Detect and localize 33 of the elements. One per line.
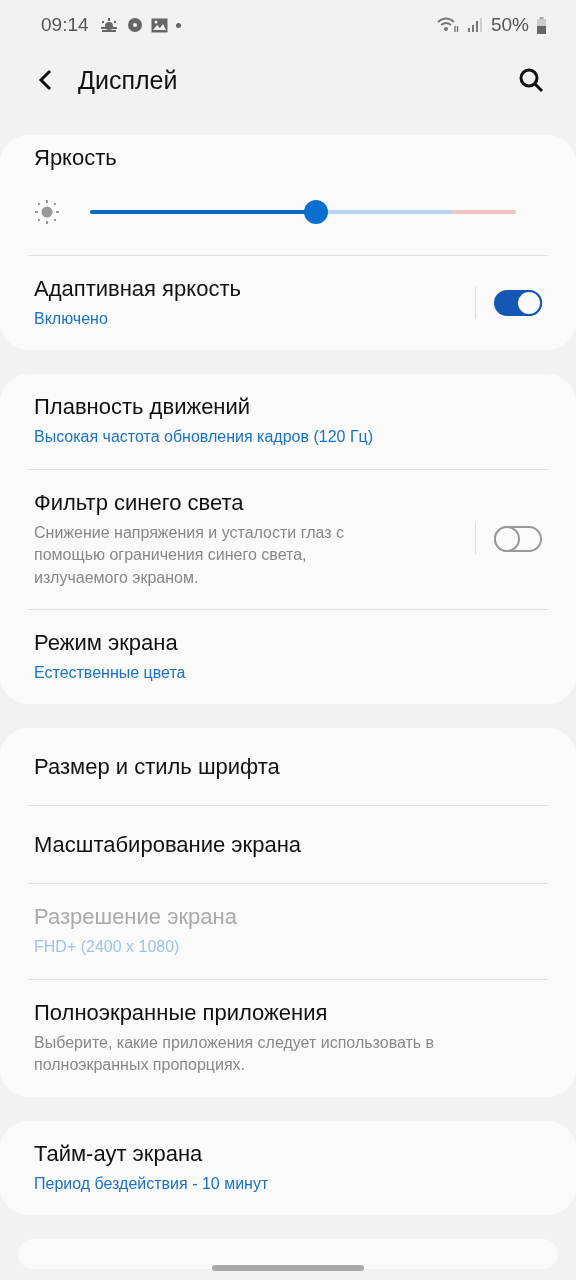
toggle-switch[interactable] <box>494 526 542 553</box>
battery-level: 50% <box>490 14 529 36</box>
status-time: 09:14 <box>41 14 89 36</box>
screen-title: Дисплей <box>78 65 178 95</box>
home-handle[interactable] <box>212 1265 364 1271</box>
setting-title[interactable]: Полноэкранные приложения <box>34 999 542 1026</box>
setting-title[interactable]: Масштабирование экрана <box>34 831 542 858</box>
battery-icon <box>537 16 546 34</box>
setting-title: Яркость <box>34 145 118 171</box>
toggle-switch[interactable] <box>494 290 542 317</box>
weather-icon <box>98 17 119 33</box>
dot-icon <box>175 22 181 28</box>
slider-thumb[interactable] <box>303 200 328 224</box>
setting-title[interactable]: Размер и стиль шрифта <box>34 753 542 780</box>
setting-title[interactable]: Плавность движений <box>34 394 542 421</box>
setting-summary: Снижение напряжения и усталости глаз с помощью ограничения синего света, излучаемого экраном. <box>34 522 345 588</box>
setting-summary: Включено <box>34 309 109 329</box>
setting-summary: Высокая частота обновления кадров (120 Гц) <box>34 427 375 448</box>
search-icon[interactable] <box>518 67 544 93</box>
setting-title[interactable]: Тайм-аут экрана <box>34 1140 542 1167</box>
setting-summary: Выберите, какие приложения следует использовать в полноэкранных пропорциях. <box>34 1032 436 1076</box>
setting-title[interactable]: Адаптивная яркость <box>34 276 457 302</box>
signal-icon <box>466 17 483 33</box>
wifi-icon <box>436 17 459 33</box>
back-icon[interactable] <box>36 68 54 92</box>
setting-summary: Период бездействия - 10 минут <box>34 1173 270 1194</box>
sun-icon <box>34 199 60 225</box>
setting-title[interactable]: Режим экрана <box>34 629 542 656</box>
setting-title[interactable]: Фильтр синего света <box>34 489 457 516</box>
image-icon <box>150 17 168 33</box>
setting-summary: Естественные цвета <box>34 662 187 683</box>
setting-summary: FHD+ (2400 x 1080) <box>34 937 181 958</box>
brightness-slider[interactable] <box>90 200 516 224</box>
